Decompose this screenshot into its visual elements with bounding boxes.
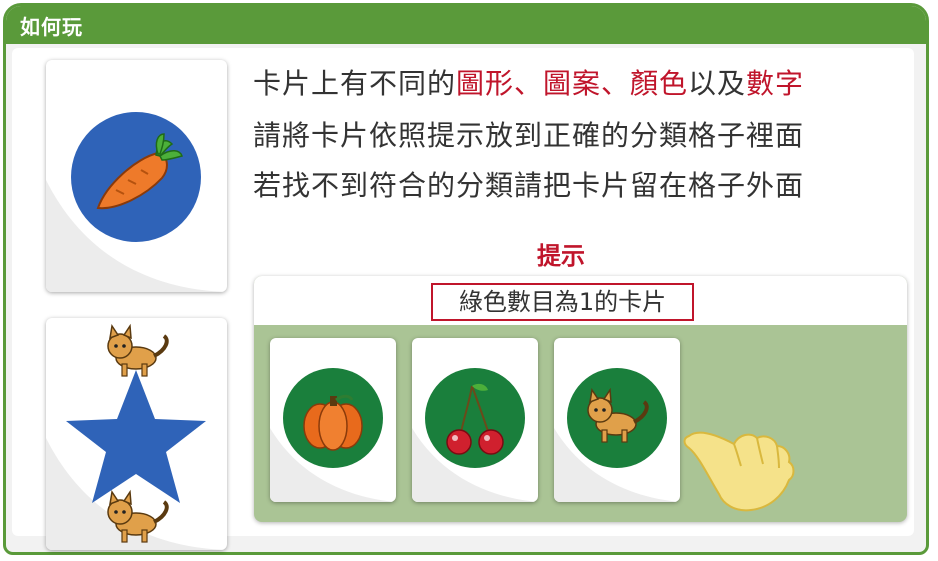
card-face xyxy=(270,368,396,502)
sorted-card-pumpkin[interactable] xyxy=(270,338,396,502)
hint-label: 提示 xyxy=(537,242,585,270)
instruction-line-3: 若找不到符合的分類請把卡片留在格子外面 xyxy=(253,169,805,202)
instruction-line-1: 卡片上有不同的圖形、圖案、顏色以及數字 xyxy=(253,62,804,102)
instruction-text: 以及 xyxy=(688,67,747,100)
hint-rule: 綠色數目為1的卡片 xyxy=(431,283,694,321)
instruction-text: 卡片上有不同的 xyxy=(253,67,457,100)
header-bar: 如何玩 xyxy=(6,6,926,44)
sorted-card-cherry[interactable] xyxy=(412,338,538,502)
instruction-highlight: 數字 xyxy=(746,67,805,100)
card-background xyxy=(46,112,227,292)
pointing-hand-icon xyxy=(683,431,795,512)
category-box[interactable]: 綠色數目為1的卡片 xyxy=(254,276,907,522)
example-card-carrot xyxy=(46,60,227,292)
card-face xyxy=(412,368,538,502)
sorted-card-cat[interactable] xyxy=(554,338,680,502)
card-background xyxy=(46,323,227,550)
instruction-line-2: 請將卡片依照提示放到正確的分類格子裡面 xyxy=(253,119,805,152)
instruction-highlight: 圖形、圖案、顏色 xyxy=(456,67,689,100)
card-face xyxy=(554,368,680,502)
cat-icon xyxy=(107,323,169,377)
star-icon xyxy=(66,370,206,503)
example-card-star xyxy=(46,318,227,550)
header-title: 如何玩 xyxy=(20,15,83,39)
